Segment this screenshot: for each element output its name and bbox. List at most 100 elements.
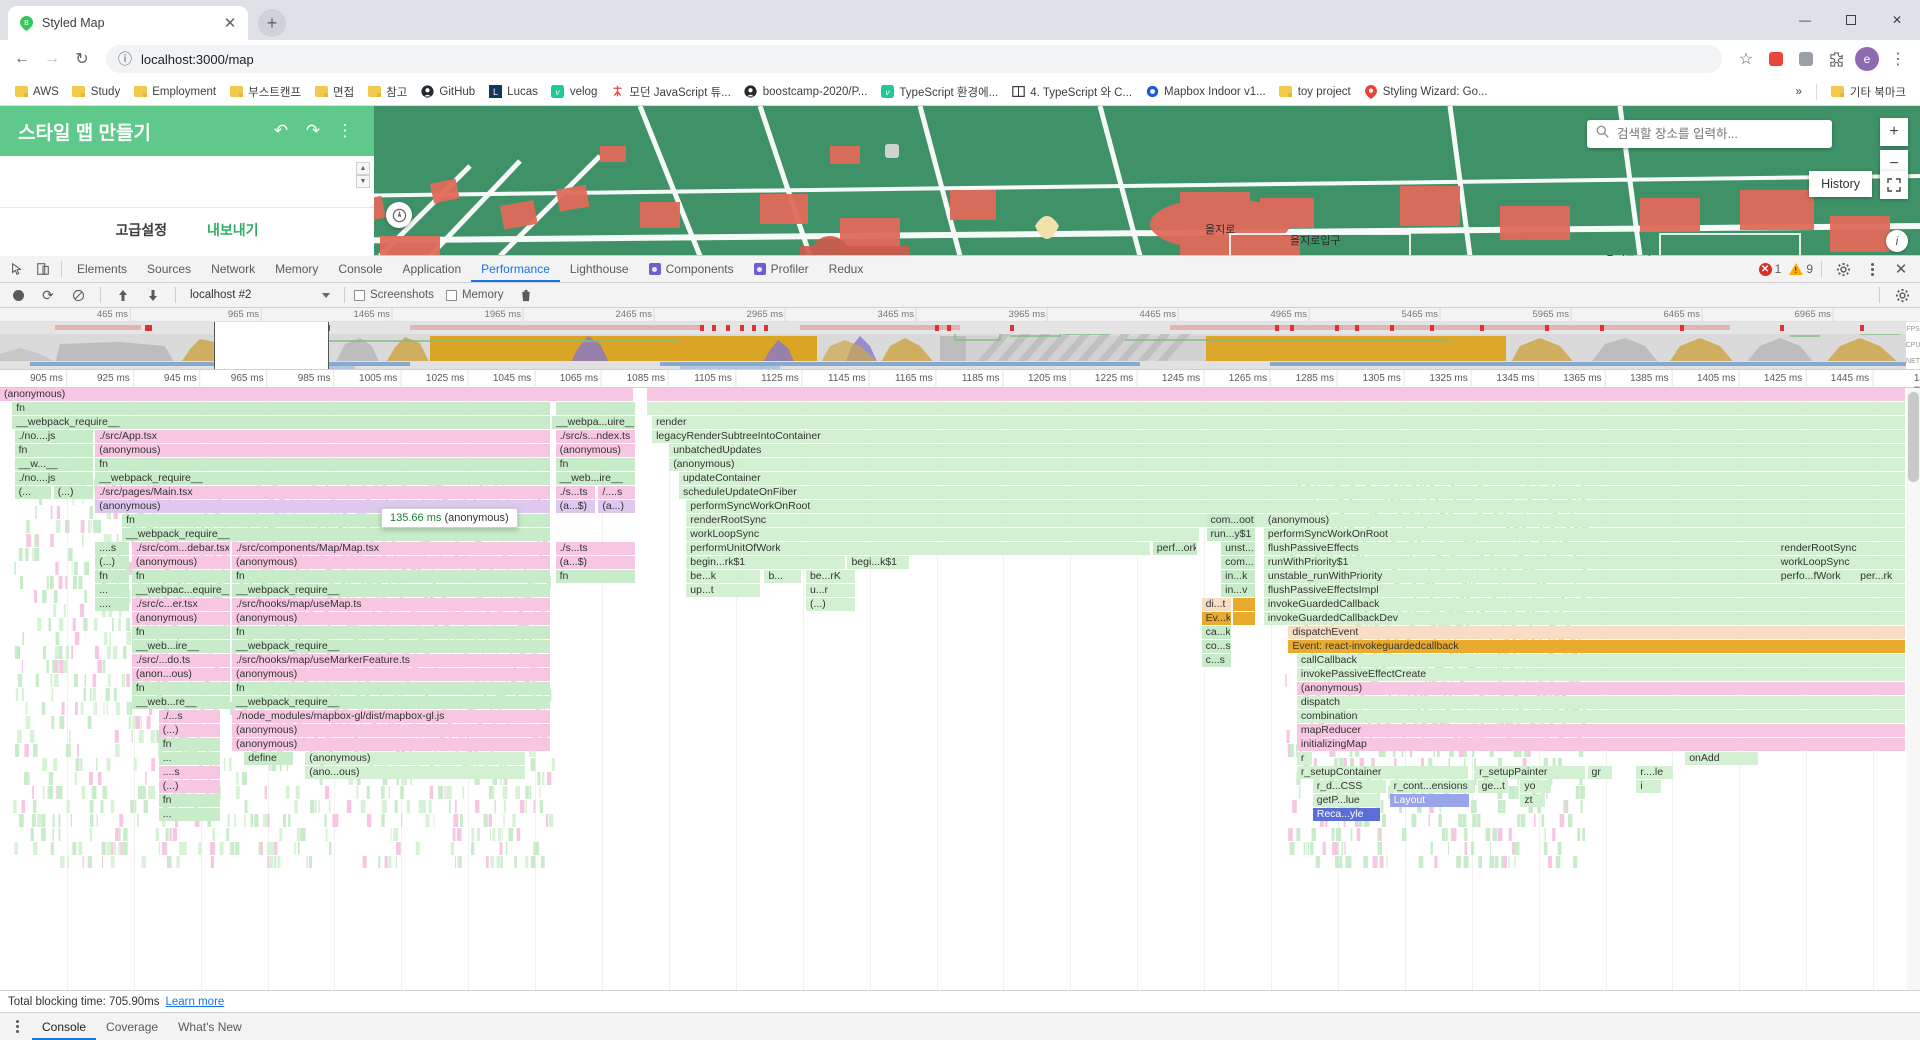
flame-frame[interactable]: (anonymous)	[95, 444, 550, 457]
flame-frame[interactable]: r_setupContainer	[1296, 766, 1468, 779]
flame-frame[interactable]: onAdd	[1685, 752, 1759, 765]
flame-frame[interactable]: unbatchedUpdates	[669, 444, 1905, 457]
flame-frame[interactable]: Ev...k	[1201, 612, 1231, 625]
flame-frame[interactable]: fn	[232, 626, 550, 639]
flame-frame[interactable]: begin...rk$1	[686, 556, 846, 569]
bookmark-item[interactable]: boostcamp-2020/P...	[738, 81, 874, 103]
flame-frame[interactable]: __webpack_require__	[122, 528, 550, 541]
flame-frame[interactable]: define	[244, 752, 294, 765]
flame-frame[interactable]: (anonymous)	[232, 556, 550, 569]
flame-frame[interactable]: performSyncWorkOnRoot	[686, 500, 1905, 513]
close-window-button[interactable]: ✕	[1874, 4, 1920, 36]
devtools-tab-components[interactable]: Components	[639, 256, 744, 282]
zoom-in-button[interactable]: +	[1880, 118, 1908, 146]
bookmark-item[interactable]: Study	[66, 81, 126, 103]
flame-frame[interactable]: __web...re__	[131, 696, 230, 709]
flame-frame[interactable]: __webpack_require__	[232, 696, 550, 709]
flame-frame[interactable]: fn	[555, 458, 635, 471]
flame-chart[interactable]: (anonymous) fn __webpack_require__ __webpa.…	[0, 388, 1920, 990]
extension-gray-icon[interactable]	[1792, 45, 1820, 73]
clear-icon[interactable]	[65, 283, 91, 307]
flame-frame[interactable]: com...oot	[1206, 514, 1256, 527]
flame-frame[interactable]: __w...__	[14, 458, 93, 471]
bookmark-item[interactable]: 4. TypeScript 와 C...	[1005, 81, 1138, 103]
flame-frame[interactable]: legacyRenderSubtreeIntoContainer	[652, 430, 1905, 443]
flame-frame[interactable]: (a...$)	[555, 556, 635, 569]
devtools-tab-performance[interactable]: Performance	[471, 256, 560, 282]
flame-frame[interactable]: ./node_modules/mapbox-gl/dist/mapbox-gl.…	[232, 710, 550, 723]
flame-frame[interactable]: r	[1296, 752, 1312, 765]
flame-frame[interactable]: r....le	[1636, 766, 1673, 779]
flame-frame[interactable]: ./src/s...ndex.ts	[555, 430, 635, 443]
overview-body[interactable]	[0, 322, 1906, 369]
map-search-box[interactable]	[1587, 120, 1832, 148]
flame-frame[interactable]: scheduleUpdateOnFiber	[678, 486, 1905, 499]
other-bookmarks-folder[interactable]: 기타 북마크	[1825, 81, 1912, 103]
flame-frame[interactable]: co...s	[1201, 640, 1231, 653]
flame-frame[interactable]: combination	[1296, 710, 1905, 723]
reload-record-icon[interactable]: ⟳	[35, 283, 61, 307]
drawer-kebab-icon[interactable]	[4, 1015, 30, 1039]
bookmark-item[interactable]: Employment	[127, 81, 222, 103]
flame-frame[interactable]: perf...ork	[1152, 542, 1197, 555]
flame-frame[interactable]: (anonymous)	[305, 752, 526, 765]
flame-frame[interactable]: updateContainer	[678, 472, 1905, 485]
flame-frame[interactable]: di...t	[1201, 598, 1231, 611]
flame-frame[interactable]: fn	[131, 626, 230, 639]
flame-frame[interactable]	[1233, 612, 1256, 625]
flame-frame[interactable]: fn	[232, 570, 550, 583]
devtools-tab-sources[interactable]: Sources	[137, 256, 201, 282]
map-info-icon[interactable]: i	[1886, 230, 1908, 252]
flame-frame[interactable]: (anon...ous)	[131, 668, 230, 681]
flame-frame[interactable]: (...)	[158, 724, 220, 737]
close-icon[interactable]: ✕	[1888, 257, 1914, 281]
app-style-scroll-area[interactable]: ▲ ▼	[0, 156, 374, 208]
stepper-down[interactable]: ▼	[356, 175, 370, 188]
flame-frame[interactable]: (a...)	[598, 500, 635, 513]
flame-frame[interactable]: invokePassiveEffectCreate	[1296, 668, 1905, 681]
flame-frame[interactable]: in...v	[1221, 584, 1256, 597]
flame-frame[interactable]: (anonymous)	[232, 724, 550, 737]
stepper-up[interactable]: ▲	[356, 162, 370, 175]
flame-frame[interactable]: callCallback	[1296, 654, 1905, 667]
flame-frame[interactable]: fn	[232, 682, 550, 695]
flame-frame[interactable]: (anonymous)	[0, 388, 633, 401]
flame-frame[interactable]: ./no....js	[14, 430, 93, 443]
flame-frame[interactable]: in...k	[1221, 570, 1256, 583]
app-menu-icon[interactable]: ⋮	[334, 121, 356, 141]
flame-frame[interactable]: fn	[131, 682, 230, 695]
flame-frame[interactable]: zt	[1520, 794, 1545, 807]
flame-frame[interactable]: (anonymous)	[232, 668, 550, 681]
flame-frame[interactable]: __webpa...uire__	[551, 416, 635, 429]
flame-frame[interactable]: ./src/hooks/map/useMap.ts	[232, 598, 550, 611]
inspect-icon[interactable]	[4, 257, 30, 281]
flame-frame[interactable]: (anonymous)	[232, 612, 550, 625]
flame-frame[interactable]: r_cont...ensions	[1389, 780, 1476, 793]
flame-frame[interactable]: ....	[95, 598, 130, 611]
flame-frame[interactable]: render	[652, 416, 1905, 429]
flame-frame[interactable]: (ano...ous)	[305, 766, 526, 779]
bookmark-item[interactable]: 참고	[361, 81, 413, 103]
bookmarks-overflow-chevron[interactable]: »	[1789, 81, 1807, 103]
gear-icon[interactable]	[1830, 257, 1856, 281]
bookmark-item[interactable]: Mapbox Indoor v1...	[1139, 81, 1272, 103]
flame-frame[interactable]: ./src/App.tsx	[95, 430, 550, 443]
search-input[interactable]	[1617, 127, 1823, 141]
flame-frame[interactable]: b...	[764, 570, 802, 583]
flame-frame[interactable]: r_setupPainter	[1475, 766, 1586, 779]
flame-frame[interactable]: unst...rity	[1221, 542, 1256, 555]
load-profile-icon[interactable]	[110, 283, 136, 307]
devtools-tab-console[interactable]: Console	[328, 256, 392, 282]
flame-frame[interactable]: (anonymous)	[555, 444, 635, 457]
drawer-tab-console[interactable]: Console	[32, 1014, 96, 1040]
flame-frame[interactable]: ...	[95, 584, 130, 597]
flame-frame[interactable]: __webpack_require__	[95, 472, 550, 485]
flame-frame[interactable]: initializingMap	[1296, 738, 1905, 751]
flame-frame[interactable]: __webpack_require__	[232, 584, 550, 597]
flame-frame[interactable]: (...)	[805, 598, 855, 611]
flame-frame[interactable]: ge...t	[1477, 780, 1509, 793]
memory-checkbox[interactable]: Memory	[445, 289, 503, 301]
warning-count-badge[interactable]: 9	[1789, 262, 1813, 276]
flame-frame[interactable]: ./...s	[158, 710, 220, 723]
flame-frame[interactable]: fn	[12, 402, 550, 415]
